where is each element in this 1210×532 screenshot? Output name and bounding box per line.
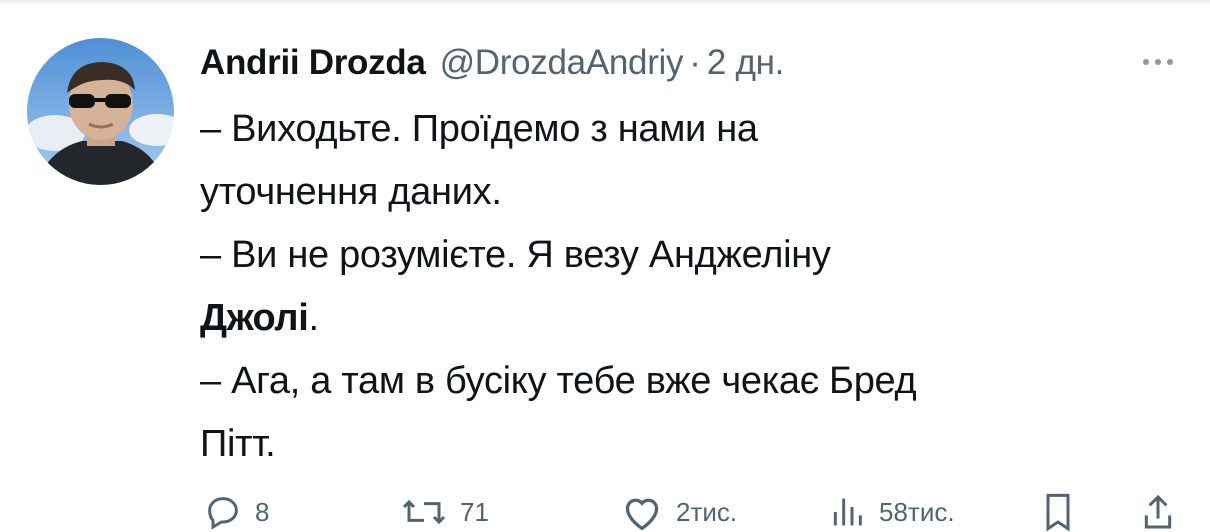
tweet-header: Andrii Drozda @DrozdaAndriy · 2 дн. bbox=[200, 38, 784, 88]
author-name[interactable]: Andrii Drozda bbox=[200, 43, 426, 83]
tweet-timestamp[interactable]: 2 дн. bbox=[707, 43, 784, 83]
tweet-text-line: – Виходьте. Проїдемо з нами на bbox=[200, 108, 758, 150]
retweet-count: 71 bbox=[460, 496, 489, 527]
views-icon bbox=[833, 498, 862, 526]
tweet-text-line: Джолі. bbox=[200, 287, 1190, 350]
bold-suffix: . bbox=[308, 297, 320, 339]
avatar[interactable] bbox=[27, 38, 174, 185]
retweet-button[interactable]: 71 bbox=[400, 492, 489, 532]
retweet-icon bbox=[402, 499, 446, 525]
more-horizontal-icon bbox=[1143, 59, 1149, 65]
share-icon bbox=[1144, 494, 1172, 529]
avatar-photo bbox=[27, 38, 174, 185]
more-options-button[interactable] bbox=[1130, 48, 1186, 76]
tweet-actions-bar: 8 71 2тис. 58тис. bbox=[195, 492, 1185, 532]
separator-dot: · bbox=[689, 43, 701, 82]
reply-count: 8 bbox=[255, 496, 270, 527]
views-count: 58тис. bbox=[879, 496, 955, 527]
heart-icon bbox=[625, 498, 659, 531]
tweet-text-line: Пітт. bbox=[200, 423, 276, 465]
bookmark-icon bbox=[1046, 493, 1070, 532]
like-count: 2тис. bbox=[676, 496, 738, 527]
bookmark-button[interactable] bbox=[1040, 492, 1076, 532]
share-button[interactable] bbox=[1140, 492, 1176, 532]
tweet-text-line: уточнення даних. bbox=[200, 171, 502, 213]
views-button[interactable]: 58тис. bbox=[827, 492, 955, 532]
reply-button[interactable]: 8 bbox=[203, 492, 269, 532]
author-handle[interactable]: @DrozdaAndriy bbox=[440, 43, 684, 83]
bold-name: Джолі bbox=[200, 297, 309, 339]
like-button[interactable]: 2тис. bbox=[620, 492, 737, 532]
tweet-text: – Виходьте. Проїдемо з нами на уточнення… bbox=[200, 98, 1190, 476]
tweet-top-divider bbox=[0, 0, 1210, 3]
tweet-text-line: – Ви не розумієте. Я везу Анджеліну bbox=[200, 234, 831, 276]
reply-icon bbox=[208, 497, 238, 530]
tweet-text-line: – Ага, а там в бусіку тебе вже чекає Бре… bbox=[200, 360, 917, 402]
